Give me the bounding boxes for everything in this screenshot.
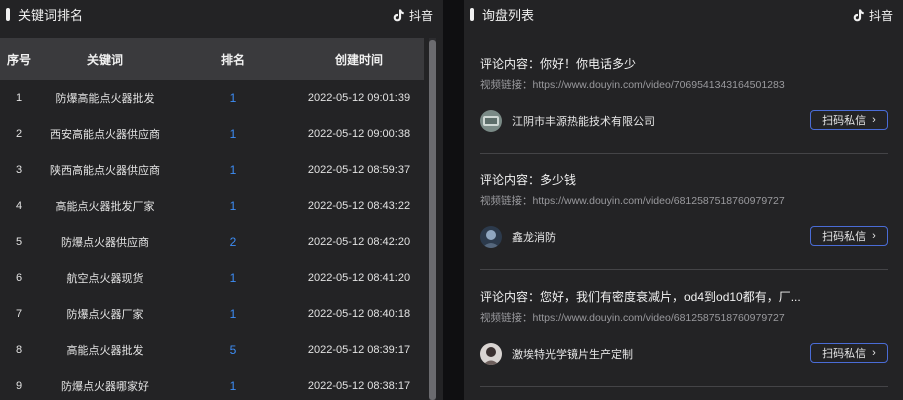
avatar [480,343,502,365]
inquiry-item: 评论内容：多少钱 视频链接：https://www.douyin.com/vid… [480,171,888,250]
cell-keyword: 高能点火器批发厂家 [55,201,155,213]
keyword-table: 序号 关键词 排名 创建时间 1 防爆高能点火器批发 1 2022-05-12 … [0,38,424,400]
scan-to-message-button[interactable]: 扫码私信 › [810,226,888,246]
cell-keyword: 西安高能点火器供应商 [50,129,160,141]
table-row: 8 高能点火器批发 5 2022-05-12 08:39:17 [0,332,424,368]
inquiry-user: 激埃特光学镜片生产定制 扫码私信 › [480,341,888,367]
brand-label: 抖音 [408,9,433,23]
video-link[interactable]: 视频链接：https://www.douyin.com/video/681258… [480,310,888,325]
cell-created-time: 2022-05-12 09:01:39 [307,92,411,104]
brand-label: 抖音 [868,9,893,23]
header-accent-bar [470,7,474,21]
cell-keyword: 高能点火器批发 [66,345,144,357]
table-scrollbar-thumb[interactable] [429,40,436,400]
comment-text: 评论内容：你好！你电话多少 [480,57,637,71]
cell-keyword: 防爆点火器厂家 [66,309,144,321]
cell-created-time: 2022-05-12 09:00:38 [307,128,411,140]
cell-keyword: 防爆高能点火器批发 [55,93,155,105]
tiktok-icon [393,9,404,22]
cell-index: 9 [15,380,23,392]
button-label: 扫码私信 [822,115,867,127]
cell-rank: 1 [229,91,237,105]
table-row: 9 防爆点火器哪家好 1 2022-05-12 08:38:17 [0,368,424,400]
table-row: 4 高能点火器批发厂家 1 2022-05-12 08:43:22 [0,188,424,224]
chevron-right-icon: › [872,114,876,126]
scan-to-message-button[interactable]: 扫码私信 › [810,343,888,363]
table-row: 5 防爆点火器供应商 2 2022-05-12 08:42:20 [0,224,424,260]
video-link[interactable]: 视频链接：https://www.douyin.com/video/681258… [480,193,888,208]
keyword-panel-header: 关键词排名 抖音 [0,0,443,28]
user-name: 鑫龙消防 [512,232,556,244]
keyword-panel-brand: 抖音 [392,7,433,24]
cell-index: 3 [15,164,23,176]
cell-rank: 2 [229,235,237,249]
cell-created-time: 2022-05-12 08:43:22 [307,200,411,212]
table-row: 6 航空点火器现货 1 2022-05-12 08:41:20 [0,260,424,296]
cell-created-time: 2022-05-12 08:41:20 [307,272,411,284]
comment-text: 评论内容：多少钱 [480,173,577,187]
cell-index: 4 [15,200,23,212]
column-header-keyword: 关键词 [86,52,123,67]
column-header-rank: 排名 [220,52,245,67]
cell-keyword: 陕西高能点火器供应商 [50,165,160,177]
cell-rank: 5 [229,343,237,357]
avatar [480,226,502,248]
keyword-panel-title: 关键词排名 [18,7,84,23]
chevron-right-icon: › [872,230,876,242]
cell-created-time: 2022-05-12 08:39:17 [307,344,411,356]
cell-keyword: 防爆点火器供应商 [61,237,149,249]
table-row: 7 防爆点火器厂家 1 2022-05-12 08:40:18 [0,296,424,332]
cell-created-time: 2022-05-12 08:38:17 [307,380,411,392]
inquiry-item: 评论内容：你好！你电话多少 视频链接：https://www.douyin.co… [480,55,888,134]
scan-to-message-button[interactable]: 扫码私信 › [810,110,888,130]
button-label: 扫码私信 [822,348,867,360]
cell-index: 5 [15,236,23,248]
user-name: 激埃特光学镜片生产定制 [512,349,633,361]
inquiry-item: 评论内容：您好，我们有密度衰减片，od4到od10都有，厂... 视频链接：ht… [480,288,888,367]
keyword-ranking-panel: 关键词排名 抖音 序号 关键词 排名 创建时间 1 防爆高能点火器批发 1 20… [0,0,443,400]
cell-index: 6 [15,272,23,284]
cell-index: 2 [15,128,23,140]
cell-index: 7 [15,308,23,320]
inquiry-list-panel: 询盘列表 抖音 评论内容：你好！你电话多少 视频链接：https://www.d… [464,0,903,400]
column-header-index: 序号 [6,52,31,67]
chevron-right-icon: › [872,347,876,359]
item-divider [480,153,888,154]
cell-created-time: 2022-05-12 08:42:20 [307,236,411,248]
cell-rank: 1 [229,271,237,285]
avatar [480,110,502,132]
inquiry-panel-brand: 抖音 [852,7,893,24]
inquiry-user: 江阴市丰源热能技术有限公司 扫码私信 › [480,108,888,134]
table-row: 3 陕西高能点火器供应商 1 2022-05-12 08:59:37 [0,152,424,188]
cell-keyword: 航空点火器现货 [66,273,144,285]
table-row: 2 西安高能点火器供应商 1 2022-05-12 09:00:38 [0,116,424,152]
inquiry-panel-title: 询盘列表 [482,7,535,23]
inquiry-user: 鑫龙消防 扫码私信 › [480,224,888,250]
button-label: 扫码私信 [822,231,867,243]
comment-text: 评论内容：您好，我们有密度衰减片，od4到od10都有，厂... [480,290,801,304]
cell-rank: 1 [229,379,237,393]
user-name: 江阴市丰源热能技术有限公司 [512,116,655,128]
inquiry-panel-header: 询盘列表 抖音 [464,0,903,28]
table-row: 1 防爆高能点火器批发 1 2022-05-12 09:01:39 [0,80,424,116]
table-header: 序号 关键词 排名 创建时间 [0,38,424,80]
cell-rank: 1 [229,307,237,321]
cell-rank: 1 [229,199,237,213]
cell-index: 8 [15,344,23,356]
column-header-created-time: 创建时间 [334,52,383,67]
header-accent-bar [6,7,10,21]
item-divider [480,269,888,270]
cell-keyword: 防爆点火器哪家好 [61,381,149,393]
video-link[interactable]: 视频链接：https://www.douyin.com/video/706954… [480,77,888,92]
cell-index: 1 [15,92,23,104]
cell-rank: 1 [229,127,237,141]
item-divider [480,386,888,387]
cell-rank: 1 [229,163,237,177]
cell-created-time: 2022-05-12 08:59:37 [307,164,411,176]
tiktok-icon [853,9,864,22]
cell-created-time: 2022-05-12 08:40:18 [307,308,411,320]
